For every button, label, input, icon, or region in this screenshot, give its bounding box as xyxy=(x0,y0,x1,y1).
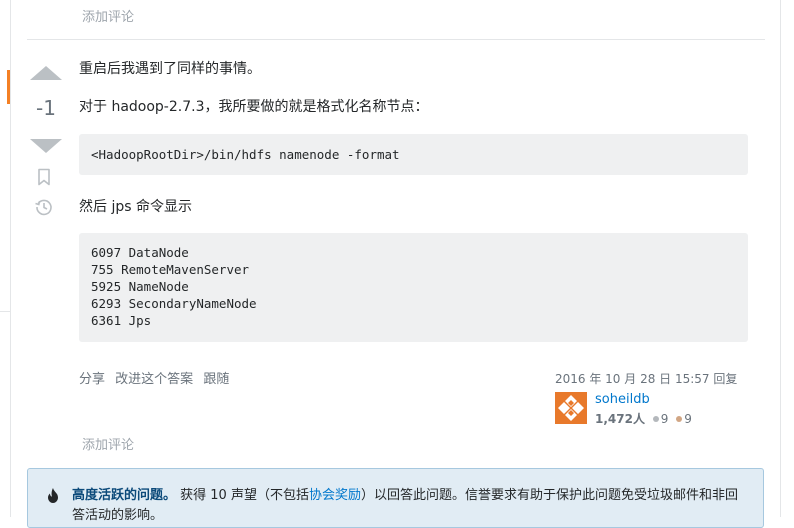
active-accent-bar xyxy=(7,70,10,104)
silver-badge-count: 9 xyxy=(660,412,669,426)
bronze-badge-icon xyxy=(676,416,683,422)
association-bonus-link[interactable]: 协会奖励 xyxy=(309,488,361,503)
code-line: 6361 Jps xyxy=(91,313,152,328)
code-line: 6293 SecondaryNameNode xyxy=(91,296,257,311)
history-icon[interactable] xyxy=(34,197,54,221)
right-border xyxy=(780,0,781,517)
answer-text-line: 重启后我遇到了同样的事情。 xyxy=(79,61,261,77)
answer-separator xyxy=(27,39,765,40)
improve-answer-link[interactable]: 改进这个答案 xyxy=(115,372,193,387)
user-name-link[interactable]: soheildb xyxy=(595,392,650,407)
user-card: 2016 年 10 月 28 日 15:57 回复 soheildb 1,472… xyxy=(555,370,737,426)
code-line: 755 RemoteMavenServer xyxy=(91,262,250,277)
code-line: 6097 DataNode xyxy=(91,245,189,260)
bronze-badge-count: 9 xyxy=(684,412,692,426)
share-link[interactable]: 分享 xyxy=(79,372,105,387)
code-block: <HadoopRootDir>/bin/hdfs namenode -forma… xyxy=(79,134,748,175)
notice-title[interactable]: 高度活跃的问题。 xyxy=(72,488,176,503)
left-divider xyxy=(0,311,10,312)
bookmark-icon[interactable] xyxy=(36,168,52,190)
avatar[interactable] xyxy=(555,392,587,424)
reputation-score: 1,472人 xyxy=(595,412,645,426)
code-block: 6097 DataNode 755 RemoteMavenServer 5925… xyxy=(79,233,748,342)
add-comment-link[interactable]: 添加评论 xyxy=(82,6,134,25)
upvote-icon[interactable] xyxy=(30,66,62,80)
silver-badge-icon xyxy=(652,416,659,422)
downvote-icon[interactable] xyxy=(30,139,62,153)
code-line: 5925 NameNode xyxy=(91,279,189,294)
left-border xyxy=(10,0,11,517)
notice-text: 获得 10 声望（不包括 xyxy=(180,488,309,503)
vote-count: -1 xyxy=(36,96,56,120)
answered-time[interactable]: 2016 年 10 月 28 日 15:57 回复 xyxy=(555,370,737,387)
flame-icon xyxy=(47,488,59,510)
answer-text-line: 然后 jps 命令显示 xyxy=(79,199,192,215)
answer-text-line: 对于 hadoop-2.7.3，我所要做的就是格式化名称节点： xyxy=(79,99,429,115)
follow-link[interactable]: 跟随 xyxy=(203,372,229,387)
post-menu: 分享 改进这个答案 跟随 xyxy=(79,368,235,387)
user-reputation: 1,472人 9 9 xyxy=(595,410,692,427)
protected-question-notice: 高度活跃的问题。 获得 10 声望（不包括协会奖励）以回答此问题。信誉要求有助于… xyxy=(27,468,764,528)
add-comment-link[interactable]: 添加评论 xyxy=(82,434,134,453)
